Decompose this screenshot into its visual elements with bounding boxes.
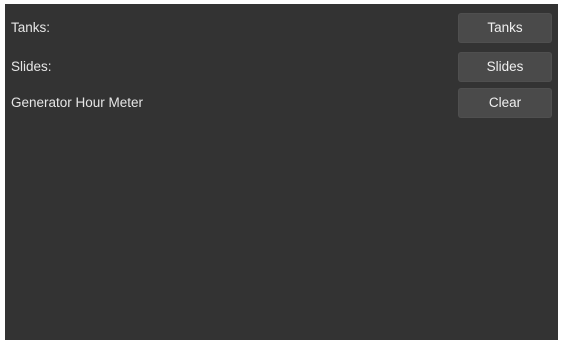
generator-hour-meter-label: Generator Hour Meter [11, 95, 144, 110]
slides-label: Slides: [11, 59, 52, 74]
clear-button[interactable]: Clear [458, 88, 552, 118]
tanks-label: Tanks: [11, 20, 51, 35]
slides-row: Slides: Slides [5, 52, 558, 82]
settings-panel: Tanks: Tanks Slides: Slides Generator Ho… [5, 4, 558, 340]
generator-hour-meter-row: Generator Hour Meter Clear [5, 88, 558, 118]
tanks-row: Tanks: Tanks [5, 13, 558, 43]
tanks-button[interactable]: Tanks [458, 13, 552, 43]
slides-button[interactable]: Slides [458, 52, 552, 82]
